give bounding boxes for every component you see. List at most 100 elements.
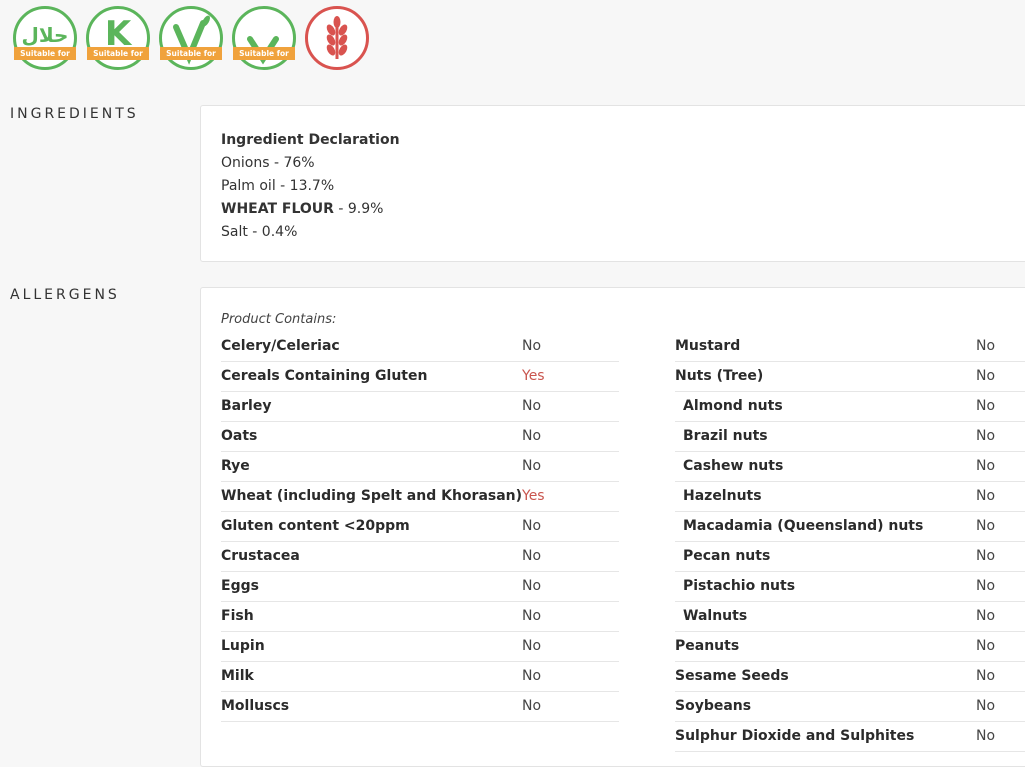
allergen-row: Peanuts No [675,632,1025,662]
allergen-name: Barley [221,398,272,414]
allergen-value: No [522,458,542,474]
allergen-value: No [522,428,542,444]
allergen-name: Gluten content <20ppm [221,518,410,534]
allergen-name: Sesame Seeds [675,668,789,684]
ingredient-line: Palm oil - 13.7% [221,175,1025,198]
allergen-row: Barley No [221,392,619,422]
allergen-name: Celery/Celeriac [221,338,340,354]
allergen-value: No [976,368,996,384]
kosher-icon: K Suitable for [86,6,150,70]
allergen-row: Macadamia (Queensland) nuts No [675,512,1025,542]
vegetarian-icon: Suitable for [159,6,223,70]
allergen-value: No [976,428,996,444]
allergen-value: No [976,638,996,654]
allergen-row: Lupin No [221,632,619,662]
allergen-value: No [522,638,542,654]
allergen-name: Pecan nuts [683,548,771,564]
gluten-icon [305,6,369,70]
allergen-row: Cereals Containing Gluten Yes [221,362,619,392]
allergen-row: Crustacea No [221,542,619,572]
allergen-name: Soybeans [675,698,752,714]
ingredient-percentage: - 9.9% [333,201,384,217]
allergen-row: Molluscs No [221,692,619,722]
badge-ribbon: Suitable for [160,47,222,60]
allergen-row: Gluten content <20ppm No [221,512,619,542]
allergens-section-label: ALLERGENS [10,287,120,303]
ingredients-panel: Ingredient Declaration Onions - 76% Palm … [200,105,1025,262]
ingredient-name: Salt [221,224,248,240]
allergen-name: Eggs [221,578,259,594]
allergen-row: Brazil nuts No [675,422,1025,452]
allergen-row: Pistachio nuts No [675,572,1025,602]
allergen-name: Fish [221,608,254,624]
allergen-row: Mustard No [675,332,1025,362]
ingredient-line: WHEAT FLOUR - 9.9% [221,198,1025,221]
dietary-badges: حلال Suitable for K Suitable for Suitabl… [13,6,369,70]
ingredient-name: Onions [221,155,270,171]
allergen-row: Soybeans No [675,692,1025,722]
allergen-name: Walnuts [683,608,748,624]
product-contains-label: Product Contains: [221,312,337,327]
ingredient-name: Palm oil [221,178,276,194]
allergen-value: No [976,518,996,534]
allergen-name: Mustard [675,338,741,354]
badge-ribbon: Suitable for [87,47,149,60]
allergen-value: Yes [522,488,545,504]
allergen-value: No [976,578,996,594]
allergen-value: No [976,668,996,684]
allergen-name: Cashew nuts [683,458,784,474]
allergens-panel: Product Contains: Celery/Celeriac No Cerea… [200,287,1025,767]
allergen-name: Peanuts [675,638,740,654]
ingredient-percentage: - 76% [269,155,315,171]
allergen-row: Fish No [221,602,619,632]
allergen-value: No [976,338,996,354]
allergen-row: Cashew nuts No [675,452,1025,482]
allergen-value: Yes [522,368,545,384]
allergen-value: No [522,548,542,564]
halal-icon: حلال Suitable for [13,6,77,70]
allergen-row: Oats No [221,422,619,452]
allergen-name: Almond nuts [683,398,783,414]
allergen-row: Wheat (including Spelt and Khorasan) Yes [221,482,619,512]
ingredient-percentage: - 0.4% [247,224,298,240]
ingredient-name: WHEAT FLOUR [221,201,334,217]
halal-glyph: حلال [22,23,69,47]
ingredient-list: Onions - 76% Palm oil - 13.7% WHEAT FLOUR … [221,152,1025,244]
allergen-value: No [522,398,542,414]
allergens-column-right: Mustard No Nuts (Tree) No Almond nuts No Brazi… [675,332,1025,752]
allergen-row: Milk No [221,662,619,692]
ingredient-line: Salt - 0.4% [221,221,1025,244]
allergen-row: Nuts (Tree) No [675,362,1025,392]
ingredient-line: Onions - 76% [221,152,1025,175]
allergen-name: Sulphur Dioxide and Sulphites [675,728,915,744]
allergen-name: Hazelnuts [683,488,762,504]
allergen-value: No [976,548,996,564]
allergen-name: Crustacea [221,548,300,564]
allergen-value: No [522,578,542,594]
allergen-name: Brazil nuts [683,428,768,444]
allergen-value: No [976,698,996,714]
allergen-value: No [522,668,542,684]
allergen-name: Nuts (Tree) [675,368,764,384]
allergen-name: Rye [221,458,250,474]
allergen-name: Molluscs [221,698,290,714]
allergen-row: Eggs No [221,572,619,602]
allergen-value: No [522,518,542,534]
ingredient-declaration-heading: Ingredient Declaration [221,132,400,148]
allergen-row: Sulphur Dioxide and Sulphites No [675,722,1025,752]
allergen-value: No [976,398,996,414]
allergen-value: No [976,458,996,474]
allergen-name: Pistachio nuts [683,578,796,594]
allergen-row: Rye No [221,452,619,482]
badge-ribbon: Suitable for [14,47,76,60]
allergens-column-left: Celery/Celeriac No Cereals Containing Glut… [221,332,619,722]
allergen-value: No [522,698,542,714]
allergen-value: No [976,608,996,624]
allergen-row: Hazelnuts No [675,482,1025,512]
allergen-value: No [976,488,996,504]
ingredients-section-label: INGREDIENTS [10,106,139,122]
allergen-name: Lupin [221,638,265,654]
allergen-name: Oats [221,428,258,444]
allergen-value: No [976,728,996,744]
allergen-name: Cereals Containing Gluten [221,368,428,384]
